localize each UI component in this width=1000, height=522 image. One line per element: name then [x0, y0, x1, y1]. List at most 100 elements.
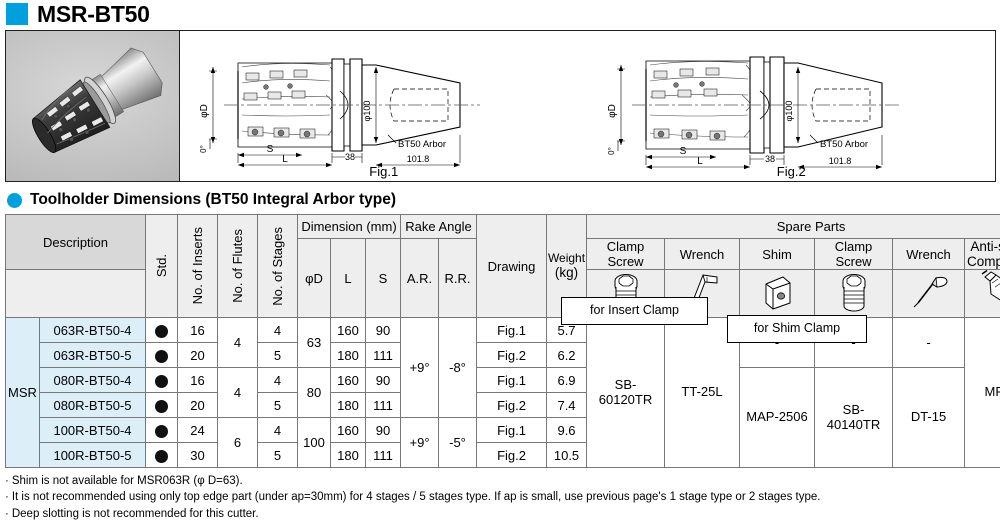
header-wrench-1: Wrench: [665, 239, 740, 270]
figure-2-caption: Fig.2: [588, 164, 996, 179]
icon-clamp-screw-2: [815, 270, 893, 318]
header-anti-seize: Anti-seize Compound: [965, 239, 1000, 270]
figure-1-label-arbor: BT50 Arbor: [398, 139, 446, 150]
row-drawing: Fig.2: [477, 393, 547, 418]
std-dot-icon: [155, 400, 168, 413]
row-drawing: Fig.2: [477, 443, 547, 468]
icon-anti-seize: [965, 270, 1000, 318]
footnotes: ·Shim is not available for MSR063R (φ D=…: [4, 473, 1000, 522]
row-phi-d: 100: [298, 418, 331, 468]
header-no-of-flutes: No. of Flutes: [218, 215, 258, 318]
header-no-of-inserts: No. of Inserts: [178, 215, 218, 318]
tube-icon: [976, 270, 1000, 314]
icon-shim: [740, 270, 815, 318]
row-flutes: 4: [218, 368, 258, 418]
figure-2-label-arbor: BT50 Arbor: [820, 139, 868, 150]
row-std: [146, 443, 178, 468]
figure-2-label-s: S: [679, 146, 686, 157]
figure-1: φD 0° S L 38 φ100 101.8 BT50 Arbor Fig.1: [180, 31, 588, 181]
row-weight: 9.6: [547, 418, 587, 443]
spare-anti-seize: MP-1: [965, 318, 1000, 468]
header-phi-d: φD: [298, 239, 331, 318]
row-std: [146, 368, 178, 393]
header-description-spacer: [6, 270, 146, 318]
figure-1-label-angle: 0°: [199, 145, 208, 153]
row-weight: 7.4: [547, 393, 587, 418]
row-weight: 6.9: [547, 368, 587, 393]
header-clamp-screw-1: Clamp Screw: [587, 239, 665, 270]
figure-1-label-diameter: φD: [199, 104, 210, 118]
title-accent-swatch: [6, 3, 28, 25]
row-std: [146, 343, 178, 368]
figure-1-label-bore: φ100: [362, 101, 372, 122]
figure-2: φD 0° S L 38 φ100 101.8 BT50 Arbor Fig.2: [588, 31, 996, 181]
spare-clamp-screw-1: SB-60120TR: [587, 318, 665, 468]
section-bullet-icon: [7, 193, 22, 208]
note-for-shim-clamp: for Shim Clamp: [727, 315, 867, 343]
row-drawing: Fig.2: [477, 343, 547, 368]
row-inserts: 20: [178, 343, 218, 368]
row-l: 180: [331, 443, 366, 468]
row-stages: 5: [258, 443, 298, 468]
row-weight: 10.5: [547, 443, 587, 468]
section-heading: Toolholder Dimensions (BT50 Integral Arb…: [7, 191, 1000, 209]
row-s: 111: [366, 343, 401, 368]
row-std: [146, 393, 178, 418]
row-description: 080R-BT50-4: [40, 368, 146, 393]
icon-wrench-2: [893, 270, 965, 318]
section-title: Toolholder Dimensions (BT50 Integral Arb…: [30, 191, 396, 209]
row-phi-d: 80: [298, 368, 331, 418]
row-stages: 4: [258, 368, 298, 393]
header-s: S: [366, 239, 401, 318]
row-s: 90: [366, 318, 401, 343]
row-inserts: 20: [178, 393, 218, 418]
std-dot-icon: [155, 375, 168, 388]
table-row[interactable]: 080R-BT50-4 16 4 4 80 160 90 Fig.1 6.9 M…: [6, 368, 1000, 393]
row-drawing: Fig.1: [477, 418, 547, 443]
header-shim: Shim: [740, 239, 815, 270]
header-dimension-group: Dimension (mm): [298, 215, 401, 239]
std-dot-icon: [155, 450, 168, 463]
row-drawing: Fig.1: [477, 318, 547, 343]
figure-1-label-s: S: [267, 144, 274, 155]
header-ar: A.R.: [401, 239, 439, 318]
screw-icon: [836, 270, 872, 314]
row-description: 063R-BT50-4: [40, 318, 146, 343]
row-l: 160: [331, 318, 366, 343]
figure-2-label-angle: 0°: [607, 147, 616, 155]
footnote-text: It is not recommended using only top edg…: [12, 491, 821, 503]
product-photo-image: [6, 31, 180, 181]
row-inserts: 16: [178, 368, 218, 393]
header-l: L: [331, 239, 366, 318]
row-ar: +9°: [401, 418, 439, 468]
row-l: 180: [331, 393, 366, 418]
row-rr: -5°: [439, 418, 477, 468]
row-inserts: 24: [178, 418, 218, 443]
header-rake-group: Rake Angle: [401, 215, 477, 239]
figure-2-label-diameter: φD: [607, 104, 618, 118]
row-s: 111: [366, 443, 401, 468]
row-description: 080R-BT50-5: [40, 393, 146, 418]
shim-icon: [757, 270, 797, 314]
figures-panel: φD 0° S L 38 φ100 101.8 BT50 Arbor Fig.1: [5, 30, 996, 182]
figure-1-label-total: 101.8: [407, 154, 430, 164]
header-drawing: Drawing: [477, 215, 547, 318]
header-description: Description: [6, 215, 146, 270]
spare-wrench-2-bottom: DT-15: [893, 368, 965, 468]
footnote-item: ·Deep slotting is not recommended for th…: [4, 506, 1000, 522]
figure-2-label-bore: φ100: [784, 101, 794, 122]
row-description: 063R-BT50-5: [40, 343, 146, 368]
figure-2-drawing: φD 0° S L 38 φ100 101.8 BT50 Arbor: [588, 31, 993, 171]
footnote-bullet: ·: [5, 491, 9, 503]
spare-wrench-2-top: -: [893, 318, 965, 368]
row-rr: -8°: [439, 318, 477, 418]
header-no-of-stages: No. of Stages: [258, 215, 298, 318]
row-prefix: MSR: [6, 318, 40, 468]
row-std: [146, 418, 178, 443]
row-description: 100R-BT50-4: [40, 418, 146, 443]
row-std: [146, 318, 178, 343]
row-drawing: Fig.1: [477, 368, 547, 393]
figure-2-label-flange: 38: [764, 154, 774, 164]
footnote-bullet: ·: [5, 475, 9, 487]
std-dot-icon: [155, 425, 168, 438]
